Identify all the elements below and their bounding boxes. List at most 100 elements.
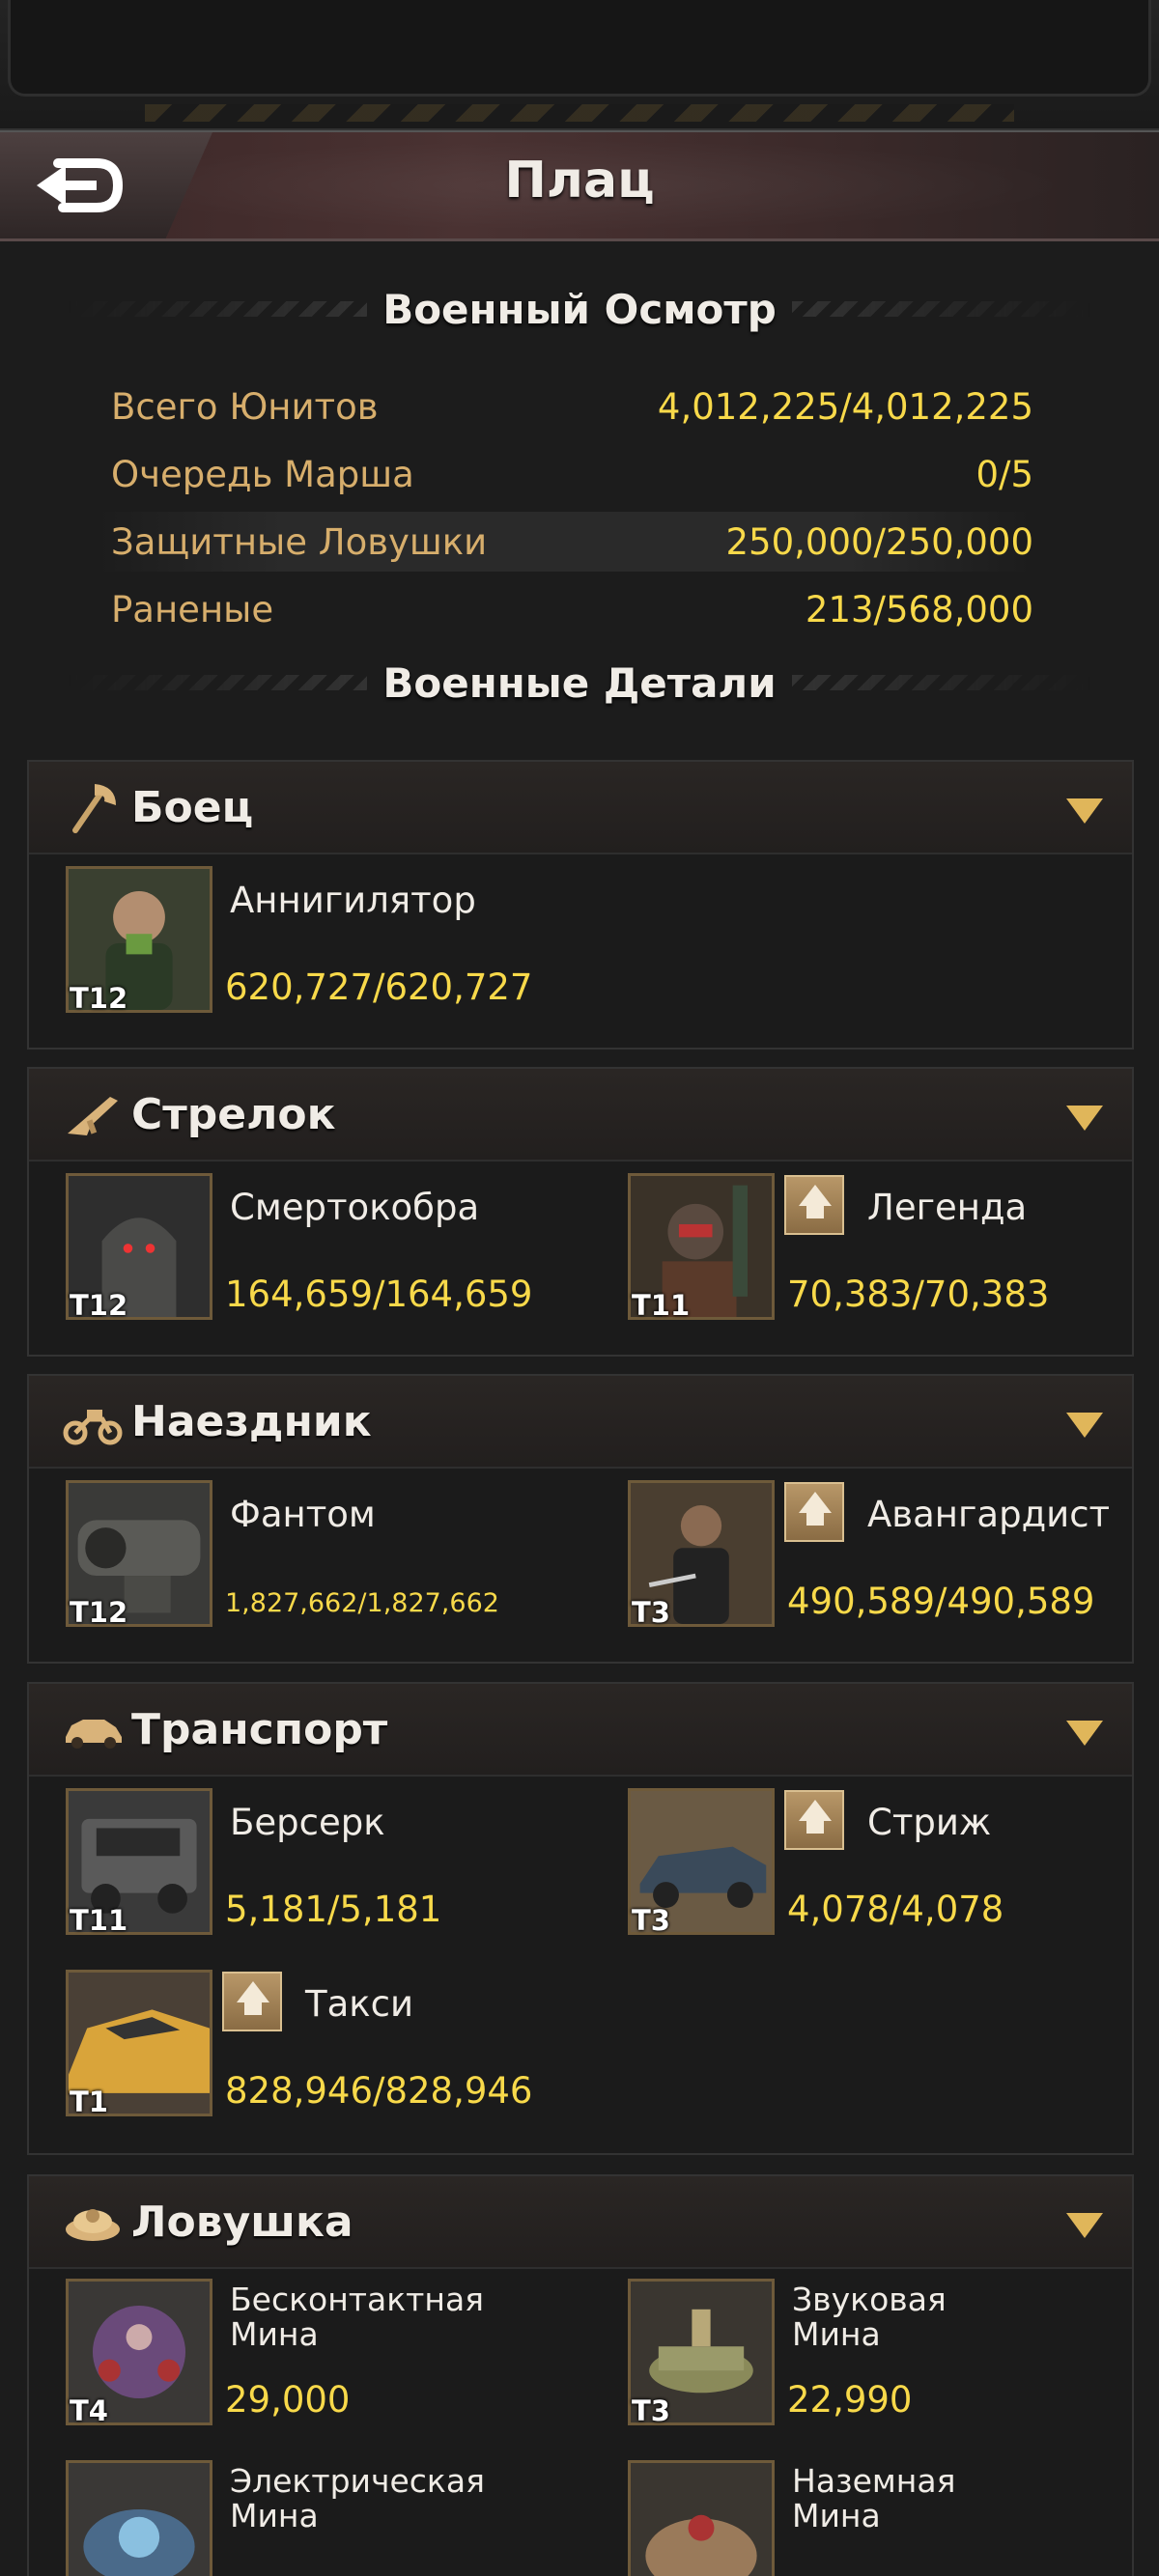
unit-tier: T12 [70, 1289, 128, 1322]
unit-card[interactable]: Электрическая Мина [66, 2460, 607, 2576]
unit-card[interactable]: Наземная Мина [628, 2460, 1159, 2576]
unit-card[interactable]: T11 Берсерк 5,181/5,181 [66, 1788, 607, 1943]
title-bar: Плац [0, 130, 1159, 241]
rifle-icon [68, 1097, 118, 1135]
stat-label: Раненые [111, 588, 274, 630]
unit-card[interactable]: T12 Фантом 1,827,662/1,827,662 [66, 1480, 607, 1635]
unit-count: 5,181/5,181 [225, 1889, 442, 1930]
unit-name: Смертокобра [230, 1187, 480, 1228]
unit-card[interactable]: T4 Бесконтактная Мина 29,000 [66, 2279, 607, 2433]
stat-row-march-queue: Очередь Марша 0/5 [97, 444, 1033, 504]
unit-card[interactable]: T3 Стриж 4,078/4,078 [628, 1788, 1159, 1943]
chevron-down-icon[interactable] [1066, 798, 1103, 824]
stat-value: 250,000/250,000 [725, 520, 1033, 563]
unit-card[interactable]: T1 Такси 828,946/828,946 [66, 1970, 607, 2124]
details-heading: Военные Детали [68, 649, 1091, 716]
heading-stripes-left [68, 675, 396, 690]
unit-name: Такси [305, 1983, 414, 2025]
unit-tier: T12 [70, 982, 128, 1015]
unit-count: 490,589/490,589 [787, 1581, 1095, 1622]
unit-count: 1,827,662/1,827,662 [225, 1588, 499, 1618]
category-name: Боец [131, 782, 254, 832]
category-name: Ловушка [131, 2197, 353, 2247]
category-header-fighter[interactable]: Боец [29, 762, 1132, 854]
unit-count: 4,078/4,078 [787, 1889, 1004, 1930]
unit-name: Авангардист [867, 1494, 1111, 1535]
category-name: Стрелок [131, 1089, 336, 1139]
unit-name: Бесконтактная Мина [230, 2281, 485, 2353]
unit-name: Стриж [867, 1802, 992, 1843]
unit-tier: T3 [632, 1596, 670, 1629]
upgrade-arrow-icon[interactable] [784, 1482, 844, 1542]
unit-tier: T11 [70, 1904, 128, 1937]
unit-count: 620,727/620,727 [225, 966, 533, 1008]
stat-row-total-units: Всего Юнитов 4,012,225/4,012,225 [97, 377, 1033, 436]
review-heading: Военный Осмотр [68, 275, 1091, 343]
category-name: Наездник [131, 1396, 372, 1446]
stat-row-wounded: Раненые 213/568,000 [97, 579, 1033, 639]
upgrade-arrow-icon[interactable] [784, 1175, 844, 1235]
unit-card[interactable]: T12 Смертокобра 164,659/164,659 [66, 1173, 607, 1328]
stat-value: 213/568,000 [805, 588, 1033, 630]
stat-label: Всего Юнитов [111, 385, 379, 428]
heading-stripes-left [68, 301, 396, 317]
heading-stripes-right [763, 675, 1091, 690]
unit-name: Электрическая Мина [230, 2462, 485, 2534]
stat-value: 0/5 [975, 453, 1033, 495]
category-panel-fighter: Боец T12 Аннигилятор 620,727/620,727 [27, 760, 1134, 1050]
page-title: Плац [504, 152, 655, 210]
heading-stripes-right [763, 301, 1091, 317]
unit-name: Фантом [230, 1494, 376, 1535]
category-name: Транспорт [131, 1704, 388, 1754]
chevron-down-icon[interactable] [1066, 2213, 1103, 2238]
unit-count: 22,990 [787, 2379, 913, 2421]
stat-label: Защитные Ловушки [111, 520, 488, 563]
stat-label: Очередь Марша [111, 453, 414, 495]
top-frame [0, 0, 1159, 130]
unit-card[interactable]: T3 Авангардист 490,589/490,589 [628, 1480, 1159, 1635]
unit-card[interactable]: T12 Аннигилятор 620,727/620,727 [66, 866, 607, 1021]
category-panel-transport: Транспорт T11 Берсерк 5,181/5,181 T3 Стр… [27, 1682, 1134, 2155]
upgrade-arrow-icon[interactable] [222, 1972, 282, 2031]
car-icon [66, 1720, 122, 1749]
unit-tier: T12 [70, 1596, 128, 1629]
upgrade-arrow-icon[interactable] [784, 1790, 844, 1850]
category-header-shooter[interactable]: Стрелок [29, 1069, 1132, 1162]
chevron-down-icon[interactable] [1066, 1106, 1103, 1131]
unit-tier: T11 [632, 1289, 691, 1322]
unit-portrait [66, 2460, 212, 2576]
hazard-stripes [145, 104, 1014, 122]
unit-card[interactable]: T3 Звуковая Мина 22,990 [628, 2279, 1159, 2433]
category-panel-rider: Наездник T12 Фантом 1,827,662/1,827,662 … [27, 1374, 1134, 1664]
unit-name: Звуковая Мина [792, 2281, 947, 2353]
axe-icon [72, 784, 116, 833]
category-panel-trap: Ловушка T4 Бесконтактная Мина 29,000 T3 … [27, 2174, 1134, 2576]
details-heading-text: Военные Детали [367, 658, 792, 707]
motorcycle-icon [63, 1410, 123, 1445]
category-panel-shooter: Стрелок T12 Смертокобра 164,659/164,659 … [27, 1067, 1134, 1357]
top-frame-inner [8, 0, 1151, 97]
category-header-rider[interactable]: Наездник [29, 1376, 1132, 1469]
unit-tier: T3 [632, 2394, 670, 2427]
category-header-trap[interactable]: Ловушка [29, 2176, 1132, 2269]
category-header-transport[interactable]: Транспорт [29, 1684, 1132, 1777]
unit-count: 164,659/164,659 [225, 1274, 533, 1315]
unit-name: Легенда [867, 1187, 1028, 1228]
chevron-down-icon[interactable] [1066, 1721, 1103, 1746]
stat-row-traps: Защитные Ловушки 250,000/250,000 [97, 512, 1033, 572]
unit-name: Аннигилятор [230, 880, 476, 921]
unit-portrait [628, 2460, 775, 2576]
unit-tier: T4 [70, 2394, 108, 2427]
unit-tier: T3 [632, 1904, 670, 1937]
landmine-icon [66, 2209, 120, 2241]
unit-count: 70,383/70,383 [787, 1274, 1050, 1315]
unit-card[interactable]: T11 Легенда 70,383/70,383 [628, 1173, 1159, 1328]
chevron-down-icon[interactable] [1066, 1413, 1103, 1438]
review-heading-text: Военный Осмотр [367, 285, 792, 333]
unit-name: Берсерк [230, 1802, 385, 1843]
unit-count: 828,946/828,946 [225, 2070, 533, 2112]
unit-count: 29,000 [225, 2379, 351, 2421]
unit-name: Наземная Мина [792, 2462, 956, 2534]
unit-tier: T1 [70, 2086, 108, 2118]
stat-value: 4,012,225/4,012,225 [657, 385, 1033, 428]
